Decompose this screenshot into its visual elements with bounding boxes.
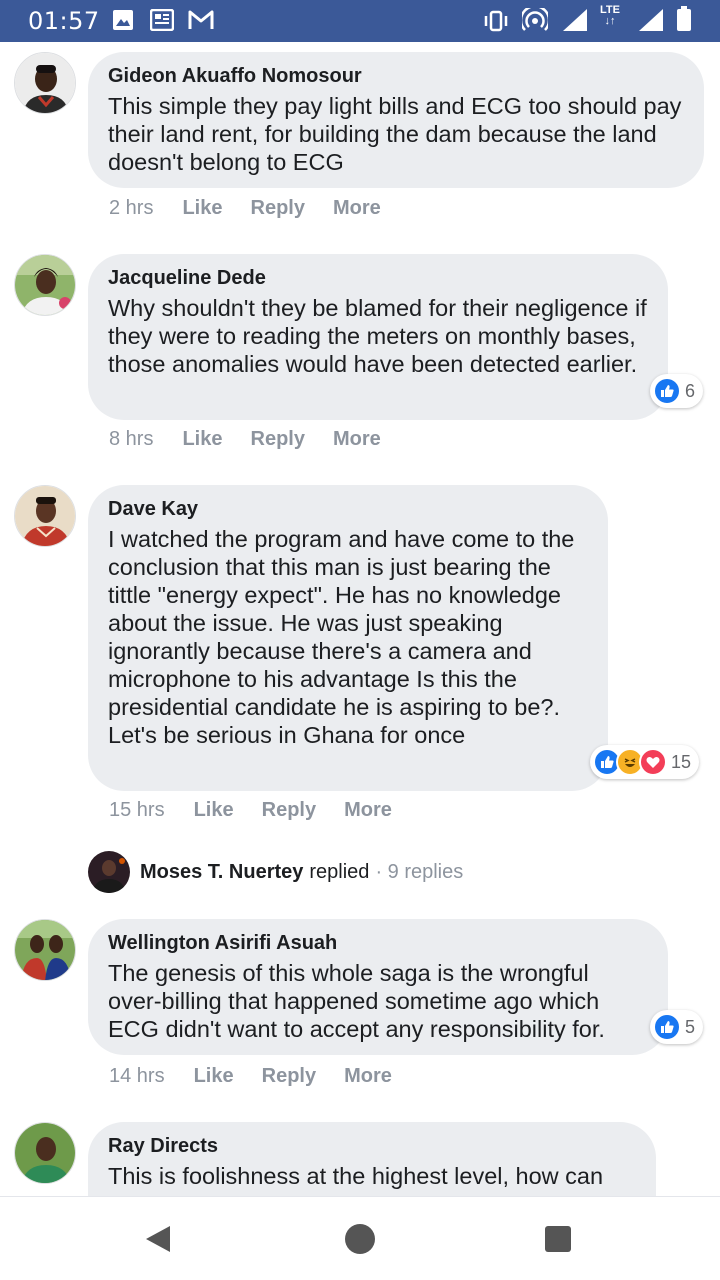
like-button[interactable]: Like <box>182 426 222 452</box>
avatar[interactable] <box>14 1122 76 1184</box>
avatar[interactable] <box>14 254 76 316</box>
replier-name[interactable]: Moses T. Nuertey <box>140 861 303 884</box>
back-icon[interactable] <box>140 1221 176 1257</box>
avatar[interactable] <box>14 52 76 114</box>
more-button[interactable]: More <box>333 195 381 221</box>
comment-time[interactable]: 14 hrs <box>109 1063 165 1089</box>
news-icon <box>149 8 175 36</box>
comment-text: This is foolishness at the highest level… <box>108 1163 604 1189</box>
reaction-count: 5 <box>685 1016 696 1037</box>
comment-text: The genesis of this whole saga is the wr… <box>108 960 605 1042</box>
replies-count: · 9 replies <box>375 860 464 883</box>
reactions-summary[interactable]: 15 <box>590 745 700 779</box>
comment-text: Why shouldn't they be blamed for their n… <box>108 295 647 377</box>
like-button[interactable]: Like <box>194 797 234 823</box>
comment-bubble[interactable]: Jacqueline Dede Why shouldn't they be bl… <box>88 254 668 420</box>
love-reaction-icon <box>639 748 667 776</box>
reactions-summary[interactable]: 6 <box>650 374 704 408</box>
comment-text: I watched the program and have come to t… <box>108 526 575 748</box>
home-icon[interactable] <box>342 1221 378 1257</box>
comment-author[interactable]: Ray Directs <box>108 1134 636 1158</box>
image-icon <box>112 9 134 36</box>
more-button[interactable]: More <box>333 426 381 452</box>
comment-time[interactable]: 2 hrs <box>109 195 153 221</box>
reply-button[interactable]: Reply <box>251 426 305 452</box>
recents-icon[interactable] <box>540 1221 576 1257</box>
battery-icon <box>676 6 692 37</box>
replied-label: replied <box>309 860 370 883</box>
like-button[interactable]: Like <box>194 1063 234 1089</box>
lte-indicator: LTE ↓↑ <box>600 4 620 27</box>
comment-actions: 8 hrs Like Reply More <box>109 426 381 452</box>
comment-author[interactable]: Jacqueline Dede <box>108 266 648 290</box>
reply-button[interactable]: Reply <box>262 797 316 823</box>
avatar[interactable] <box>14 919 76 981</box>
reply-avatar <box>88 851 130 893</box>
signal-icon <box>562 8 588 37</box>
comment-bubble[interactable]: Ray Directs This is foolishness at the h… <box>88 1122 656 1196</box>
like-button[interactable]: Like <box>182 195 222 221</box>
more-button[interactable]: More <box>344 797 392 823</box>
comment-time[interactable]: 15 hrs <box>109 797 165 823</box>
reaction-count: 15 <box>671 751 692 772</box>
comment-bubble[interactable]: Wellington Asirifi Asuah The genesis of … <box>88 919 668 1055</box>
comment-actions: 15 hrs Like Reply More <box>109 797 392 823</box>
like-reaction-icon <box>653 1013 681 1041</box>
comment-author[interactable]: Dave Kay <box>108 497 588 521</box>
view-replies-link[interactable]: Moses T. Nuertey replied · 9 replies <box>88 850 463 894</box>
more-button[interactable]: More <box>344 1063 392 1089</box>
like-reaction-icon <box>653 377 681 405</box>
avatar[interactable] <box>14 485 76 547</box>
navigation-bar <box>0 1196 720 1280</box>
comment-author[interactable]: Gideon Akuaffo Nomosour <box>108 64 684 88</box>
status-time: 01:57 <box>28 7 100 35</box>
hotspot-icon <box>519 4 551 37</box>
reply-button[interactable]: Reply <box>262 1063 316 1089</box>
comment-actions: 2 hrs Like Reply More <box>109 195 381 221</box>
reactions-summary[interactable]: 5 <box>650 1010 704 1044</box>
comment-actions: 14 hrs Like Reply More <box>109 1063 392 1089</box>
status-bar: 01:57 LTE ↓↑ <box>0 0 720 42</box>
comment-bubble[interactable]: Dave Kay I watched the program and have … <box>88 485 608 791</box>
comment-time[interactable]: 8 hrs <box>109 426 153 452</box>
lte-signal-icon <box>638 8 664 37</box>
reply-button[interactable]: Reply <box>251 195 305 221</box>
vibrate-icon <box>482 10 510 37</box>
reaction-count: 6 <box>685 380 696 401</box>
comment-text: This simple they pay light bills and ECG… <box>108 93 682 175</box>
gmail-icon <box>188 9 214 36</box>
comment-author[interactable]: Wellington Asirifi Asuah <box>108 931 648 955</box>
comments-feed[interactable]: Gideon Akuaffo Nomosour This simple they… <box>0 42 720 1196</box>
comment-bubble[interactable]: Gideon Akuaffo Nomosour This simple they… <box>88 52 704 188</box>
